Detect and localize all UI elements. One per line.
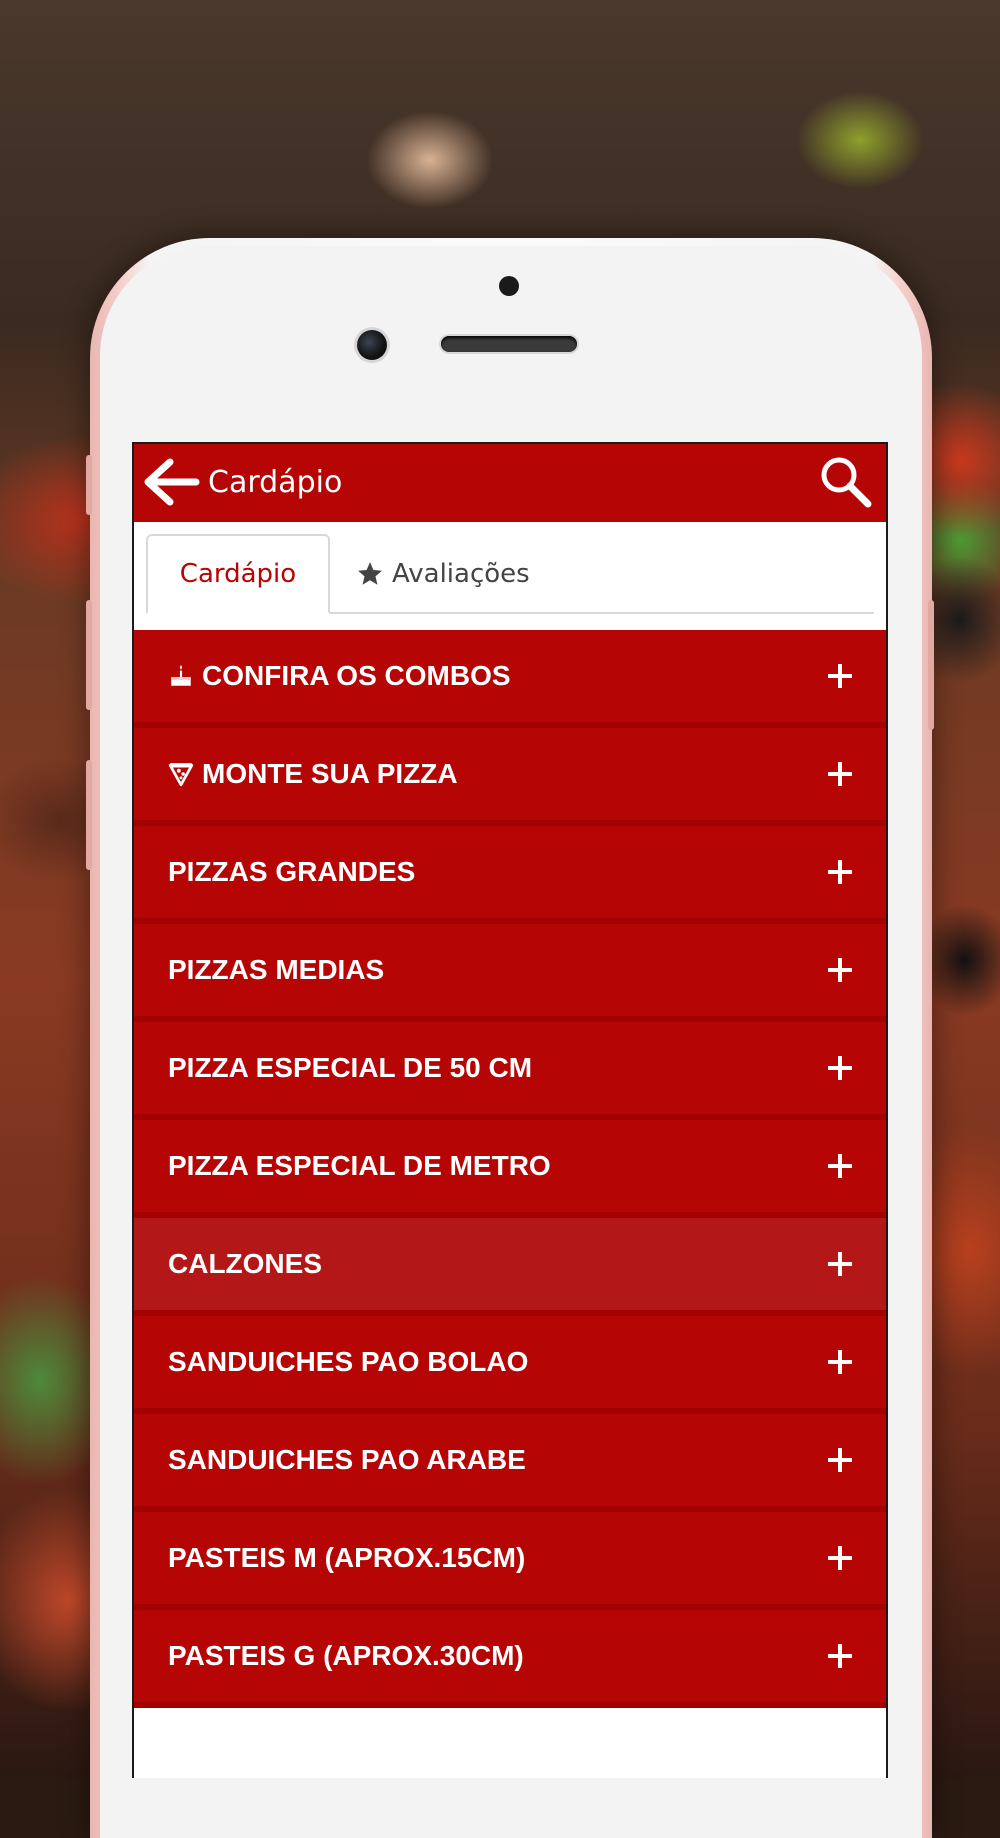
expand-plus-icon[interactable] <box>828 664 852 688</box>
front-camera-lens <box>357 330 387 360</box>
menu-item-label: PIZZA ESPECIAL DE METRO <box>168 1150 551 1181</box>
menu-item-label: MONTE SUA PIZZA <box>202 758 458 789</box>
menu-item-pizza-especial-metro[interactable]: PIZZA ESPECIAL DE METRO <box>134 1120 886 1218</box>
back-arrow-icon[interactable] <box>140 454 202 510</box>
menu-item-pasteis-g[interactable]: PASTEIS G (APROX.30CM) <box>134 1610 886 1708</box>
menu-item-pizzas-medias[interactable]: PIZZAS MEDIAS <box>134 924 886 1022</box>
expand-plus-icon[interactable] <box>828 1546 852 1570</box>
expand-plus-icon[interactable] <box>828 1056 852 1080</box>
tab-avaliacoes[interactable]: Avaliações <box>356 534 530 614</box>
menu-item-calzones[interactable]: CALZONES <box>134 1218 886 1316</box>
expand-plus-icon[interactable] <box>828 1252 852 1276</box>
menu-item-confira-os-combos[interactable]: CONFIRA OS COMBOS <box>134 630 886 728</box>
expand-plus-icon[interactable] <box>828 1644 852 1668</box>
menu-item-pizzas-grandes[interactable]: PIZZAS GRANDES <box>134 826 886 924</box>
earpiece-speaker <box>441 336 577 352</box>
phone-side-button <box>86 455 92 515</box>
tab-bar: Cardápio Avaliações <box>134 522 886 630</box>
tab-cardapio[interactable]: Cardápio <box>146 534 330 614</box>
menu-item-label: CALZONES <box>168 1248 322 1279</box>
page-title: Cardápio <box>208 465 343 500</box>
menu-item-label: PIZZA ESPECIAL DE 50 CM <box>168 1052 533 1083</box>
expand-plus-icon[interactable] <box>828 958 852 982</box>
proximity-sensor <box>499 276 519 296</box>
menu-item-sanduiches-pao-bolao[interactable]: SANDUICHES PAO BOLAO <box>134 1316 886 1414</box>
search-icon[interactable] <box>816 452 874 510</box>
menu-item-label: PASTEIS G (APROX.30CM) <box>168 1640 524 1671</box>
expand-plus-icon[interactable] <box>828 860 852 884</box>
phone-power-button <box>928 600 934 730</box>
tab-cardapio-label: Cardápio <box>179 559 297 589</box>
menu-item-label: SANDUICHES PAO ARABE <box>168 1444 526 1475</box>
menu-item-label: CONFIRA OS COMBOS <box>202 660 511 691</box>
phone-volume-up-button <box>86 600 92 710</box>
menu-item-sanduiches-pao-arabe[interactable]: SANDUICHES PAO ARABE <box>134 1414 886 1512</box>
expand-plus-icon[interactable] <box>828 762 852 786</box>
menu-item-label: PIZZAS MEDIAS <box>168 954 385 985</box>
app-bar: Cardápio <box>134 444 886 522</box>
phone-volume-down-button <box>86 760 92 870</box>
menu-item-pizza-especial-50cm[interactable]: PIZZA ESPECIAL DE 50 CM <box>134 1022 886 1120</box>
menu-item-label: SANDUICHES PAO BOLAO <box>168 1346 529 1377</box>
star-icon <box>358 562 382 585</box>
tab-avaliacoes-label: Avaliações <box>392 559 530 589</box>
app-screen: Cardápio Cardápio Avaliações CONFIRA OS <box>132 442 888 1778</box>
expand-plus-icon[interactable] <box>828 1350 852 1374</box>
pizza-slice-icon <box>168 763 194 787</box>
expand-plus-icon[interactable] <box>828 1448 852 1472</box>
menu-item-monte-sua-pizza[interactable]: MONTE SUA PIZZA <box>134 728 886 826</box>
menu-category-list: CONFIRA OS COMBOS MONTE SUA PIZZA PIZZAS… <box>134 630 886 1708</box>
menu-item-label: PASTEIS M (APROX.15CM) <box>168 1542 526 1573</box>
menu-item-pasteis-m[interactable]: PASTEIS M (APROX.15CM) <box>134 1512 886 1610</box>
menu-item-label: PIZZAS GRANDES <box>168 856 416 887</box>
expand-plus-icon[interactable] <box>828 1154 852 1178</box>
cake-icon <box>171 665 191 686</box>
